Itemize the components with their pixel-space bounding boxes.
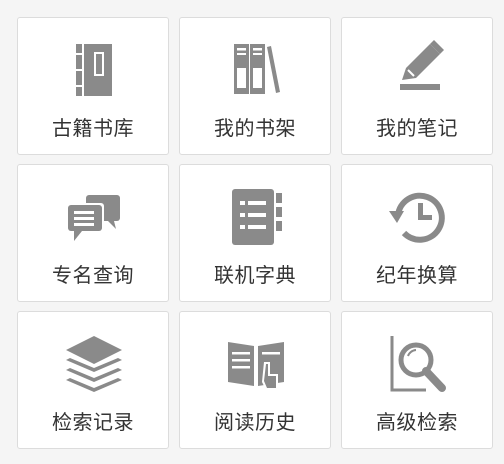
- tile-my-bookshelf[interactable]: 我的书架: [179, 17, 331, 155]
- tile-my-notes[interactable]: 我的笔记: [341, 17, 493, 155]
- thread-bound-book-icon: [62, 38, 126, 102]
- tile-era-conversion[interactable]: 纪年换算: [341, 164, 493, 302]
- tile-reading-history[interactable]: 阅读历史: [179, 311, 331, 449]
- pencil-note-icon: [386, 38, 450, 102]
- tile-label: 专名查询: [52, 263, 134, 287]
- tile-advanced-search[interactable]: 高级检索: [341, 311, 493, 449]
- chat-bubbles-icon: [62, 185, 126, 249]
- open-book-pointer-icon: [224, 332, 288, 396]
- history-clock-icon: [386, 185, 450, 249]
- notebook-dictionary-icon: [224, 185, 288, 249]
- feature-grid: 古籍书库 我的书架 我的笔记 专名查询 联机字典 纪年换算 检索记录 阅读历史 …: [0, 0, 504, 464]
- tile-label: 高级检索: [376, 410, 458, 434]
- tile-label: 联机字典: [214, 263, 296, 287]
- tile-label: 古籍书库: [52, 116, 134, 140]
- tile-ancient-books[interactable]: 古籍书库: [17, 17, 169, 155]
- tile-label: 纪年换算: [376, 263, 458, 287]
- layers-icon: [62, 332, 126, 396]
- tile-label: 阅读历史: [214, 410, 296, 434]
- tile-label: 我的书架: [214, 116, 296, 140]
- tile-search-records[interactable]: 检索记录: [17, 311, 169, 449]
- bookshelf-icon: [224, 38, 288, 102]
- tile-proper-name-query[interactable]: 专名查询: [17, 164, 169, 302]
- magnifier-search-icon: [386, 332, 450, 396]
- tile-online-dictionary[interactable]: 联机字典: [179, 164, 331, 302]
- tile-label: 检索记录: [52, 410, 134, 434]
- tile-label: 我的笔记: [376, 116, 458, 140]
